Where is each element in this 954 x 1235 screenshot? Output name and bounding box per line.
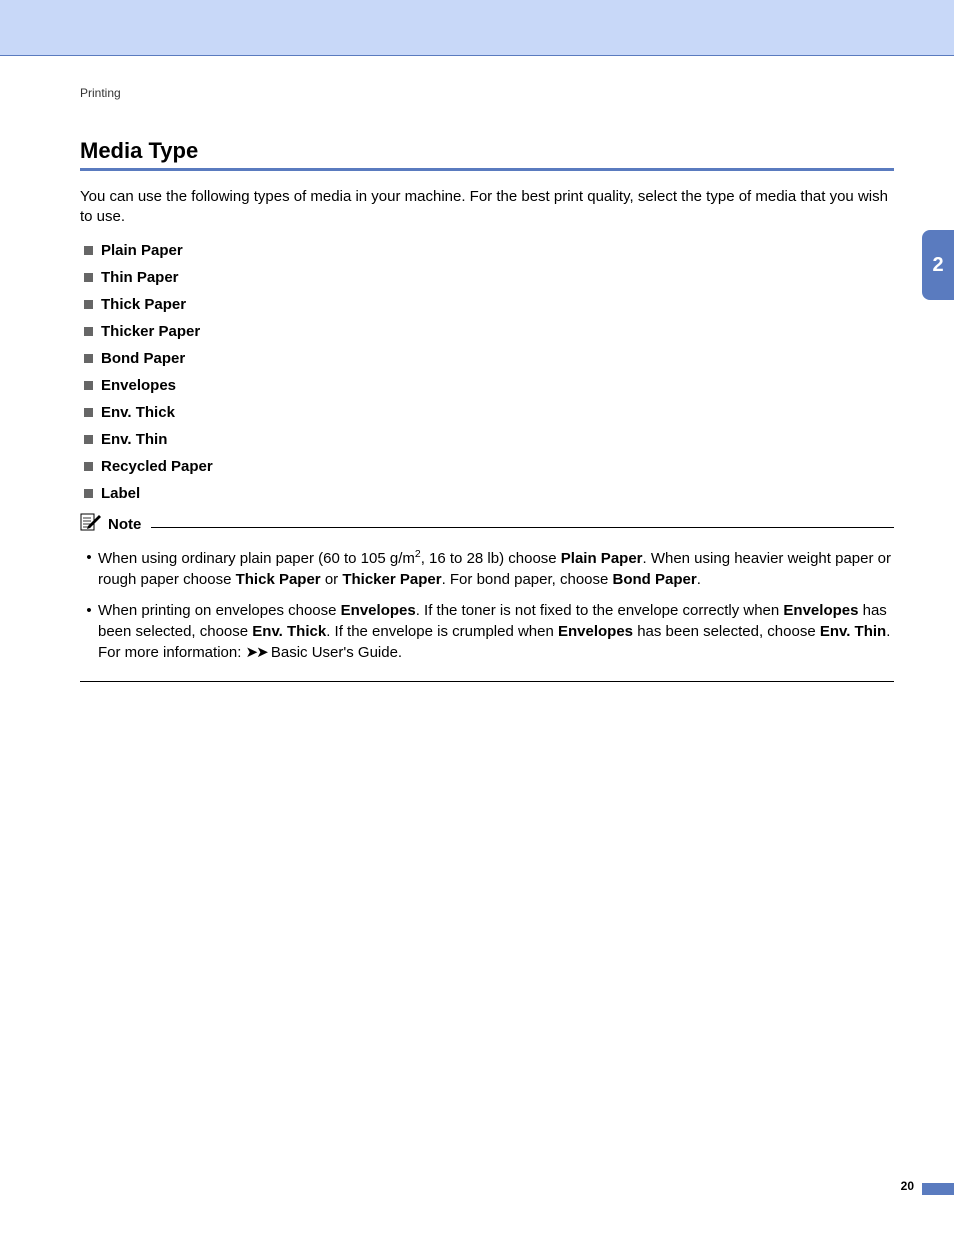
intro-text: You can use the following types of media… [80, 187, 894, 228]
list-item: Env. Thin [84, 431, 894, 448]
list-item: Recycled Paper [84, 458, 894, 475]
bullet-icon [84, 435, 93, 444]
list-item: Env. Thick [84, 404, 894, 421]
media-type-list: Plain Paper Thin Paper Thick Paper Thick… [84, 242, 894, 502]
media-label: Bond Paper [101, 350, 185, 367]
bullet-icon [84, 300, 93, 309]
bullet-icon [84, 354, 93, 363]
bullet-icon [84, 273, 93, 282]
note-rule-top [151, 527, 894, 528]
section-title: Media Type [80, 138, 894, 164]
media-label: Label [101, 485, 140, 502]
list-item: Envelopes [84, 377, 894, 394]
header-band [0, 0, 954, 55]
bullet-icon [84, 246, 93, 255]
media-label: Env. Thin [101, 431, 167, 448]
media-label: Recycled Paper [101, 458, 213, 475]
footer-accent [922, 1183, 954, 1195]
bullet-dot: • [80, 600, 98, 663]
media-label: Envelopes [101, 377, 176, 394]
media-label: Thick Paper [101, 296, 186, 313]
note-item-2: • When printing on envelopes choose Enve… [80, 600, 894, 663]
media-label: Plain Paper [101, 242, 183, 259]
chapter-tab: 2 [922, 230, 954, 300]
bullet-icon [84, 408, 93, 417]
list-item: Plain Paper [84, 242, 894, 259]
note-header: Note [80, 512, 894, 537]
note-rule-bottom [80, 681, 894, 682]
media-label: Env. Thick [101, 404, 175, 421]
bullet-dot: • [80, 547, 98, 590]
list-item: Thin Paper [84, 269, 894, 286]
list-item: Thick Paper [84, 296, 894, 313]
section-underline [80, 168, 894, 171]
list-item: Bond Paper [84, 350, 894, 367]
note-title: Note [108, 516, 141, 533]
bullet-icon [84, 489, 93, 498]
bullet-icon [84, 327, 93, 336]
bullet-icon [84, 462, 93, 471]
arrow-icon: ➤➤ [246, 644, 267, 661]
note-icon [80, 512, 102, 537]
page-content: Printing Media Type You can use the foll… [0, 56, 954, 682]
note-text-2: When printing on envelopes choose Envelo… [98, 600, 894, 663]
breadcrumb: Printing [80, 86, 894, 100]
page-number: 20 [901, 1179, 914, 1193]
page-footer: 20 [0, 1177, 954, 1195]
list-item: Label [84, 485, 894, 502]
note-text-1: When using ordinary plain paper (60 to 1… [98, 547, 894, 590]
list-item: Thicker Paper [84, 323, 894, 340]
media-label: Thin Paper [101, 269, 179, 286]
note-body: • When using ordinary plain paper (60 to… [80, 541, 894, 681]
note-item-1: • When using ordinary plain paper (60 to… [80, 547, 894, 590]
media-label: Thicker Paper [101, 323, 200, 340]
bullet-icon [84, 381, 93, 390]
